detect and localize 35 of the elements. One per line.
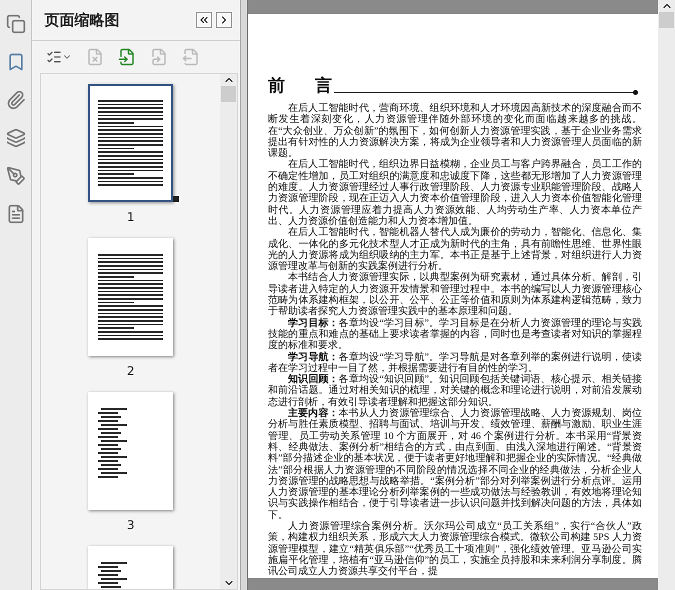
paragraph: 在后人工智能时代，组织边界日益模糊，企业员工与客户跨界融合，员工工作的不确定性增加，员工对组织的满意度和忠诚度下降，这些都无形增加了人力资源管理的难度。人力资源管理经过人事行政管理阶段、人力资源专业职能管理阶段、战略人力资源管理阶段，现在正迈入人力资本价值管理阶段，进入人力资本价值智能化管理时代。人力资源管理应着力提高人力资源效能、人均劳动生产率、人力资本单位产出、人力资源价值创造能力和人力资本增加值。 <box>268 159 642 227</box>
pages-icon[interactable] <box>6 14 26 34</box>
options-icon <box>46 49 62 65</box>
scrollbar-thumb[interactable] <box>221 86 236 102</box>
page-delete-icon <box>86 48 104 66</box>
toolbar-button[interactable] <box>118 48 136 66</box>
paragraph: 主要内容：本书从人力资源管理综合、人力资源管理战略、人力资源规划、岗位分析与胜任素质模型、招聘与面试、培训与开发、绩效管理、薪酬与激励、职业生涯管理、员工劳动关系管理 10 个方面展开，对 46 个案例进行分析。本书采用“背景资料、经典做法、案例分析”相结合的方式，由点到面、由浅入深地进行阐述。“背景资料”部分描述企业的基本状况，便于读者更好地理解和把握企业的实际情况。“经典做法”部分根据人力资源管理的不同阶段的情况选择不同企业的经典做法，分析企业人力资源管理的战略思想与战略举措。“案例分析”部分对列举案例进行分析点评。运用人力资源管理的基本理论分析列举案例的一些成功做法与经验教训，有效地将理论知识与实践操作相结合，便于引导读者进一步认识问题并找到解决问题的方法，具体如下。 <box>268 408 642 521</box>
page-insert-icon <box>118 48 136 66</box>
page-number: 2 <box>126 364 135 378</box>
toolbar-button[interactable] <box>46 49 72 65</box>
paragraph: 人力资源管理综合案例分析。沃尔玛公司成立“员工关系组”，实行“合伙人”政策，构建权力组织关系，形成六大人力资源管理综合模式。微软公司构建 5PS 人力资源管理模型，建立“精英俱乐部”“优秀员工十项准则”，强化绩效管理。亚马逊公司实施扁平化管理，培植有“亚马逊信仰”的员工，实施全员持股和未来利润分享制度。腾讯公司成立人力资源共享交付平台，提 <box>268 520 642 578</box>
paragraph: 本书结合人力资源管理实际，以典型案例为研究素材，通过具体分析、解剖，引导读者进入特定的人力资源开发情景和管理过程中。本书的编写以人力资源管理核心范畴为体系建构框架，以公开、公平、公正等价值和原则为体系建构逻辑范畴，致力于帮助读者探究人力资源管理实践中的基本原理和问题。 <box>268 272 642 318</box>
collapse-button[interactable] <box>196 12 212 28</box>
splitter[interactable] <box>240 0 248 590</box>
document-icon[interactable] <box>6 204 26 224</box>
page-thumbnail[interactable] <box>88 84 174 202</box>
heading-text: 前 <box>268 75 285 97</box>
panel-title: 页面缩略图 <box>44 10 120 30</box>
page-number: 3 <box>126 518 135 532</box>
resize-handle[interactable] <box>173 196 180 202</box>
paragraph: 在后人工智能时代，智能机器人替代人成为廉价的劳动力，智能化、信息化、集成化、一体化的多元化技术型人才正成为新时代的主角，具有前瞻性思维、世界性眼光的人力资源将成为组织吸纳的主力军。本书正是基于上述背景，对组织进行人力资源管理改革与创新的实践案例进行分析。 <box>268 227 642 272</box>
paragraph: 知识回顾：各章均设“知识回顾”。知识回顾包括关键词语、核心提示、相关链接和前沿话题。通过对相关知识的梳理，对关键的概念和理论进行说明，对前沿发展动态进行剖析，有效引导读者理解和把握这部分知识。 <box>268 374 642 408</box>
paragraph: 学习导航：各章均设“学习导航”。学习导航是对各章列举的案例进行说明，使读者在学习过程中一目了然，并根据需要进行有目的性的学习。 <box>268 352 642 374</box>
layers-icon[interactable] <box>6 128 26 148</box>
double-chevron-left-icon <box>198 14 210 26</box>
page-number: 1 <box>126 210 135 224</box>
paperclip-icon[interactable] <box>6 90 26 110</box>
scrollbar-thumb[interactable] <box>659 12 674 28</box>
scrollbar[interactable] <box>220 74 238 589</box>
heading-text: 言 <box>315 75 332 97</box>
scrollbar[interactable] <box>658 0 675 590</box>
options-menu-button[interactable] <box>216 12 232 28</box>
paragraph: 学习目标：各章均设“学习目标”。学习目标是在分析人力资源管理的理论与实践技能的重点和难点的基础上要求读者掌握的内容，同时也是考查读者对知识的掌握程度的标准和要求。 <box>268 318 642 352</box>
pen-icon[interactable] <box>6 166 26 186</box>
paragraph: 在后人工智能时代，营商环境、组织环境和人才环境因高新技术的深度融合而不断发生着深刻变化，人力资源管理伴随外部环境的变化而面临越来越多的挑战。在“大众创业、万众创新”的氛围下，如何创新人力资源管理实践，基于企业业务需求提出有针对性的人力资源解决方案，将成为企业领导者和人力资源管理人员面临的新课题。 <box>268 103 642 160</box>
